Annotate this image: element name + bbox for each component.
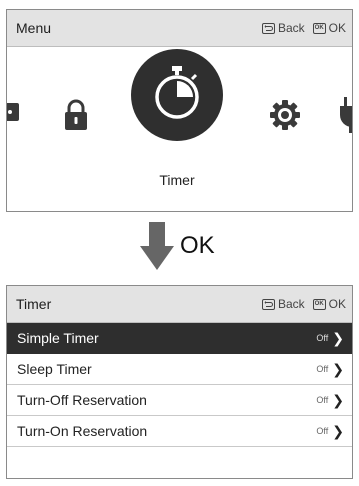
stopwatch-icon: [155, 66, 199, 119]
return-icon: [261, 298, 275, 310]
chevron-right-icon: ❯: [332, 392, 344, 408]
gear-icon[interactable]: [269, 99, 301, 136]
status-badge: Off: [316, 364, 329, 374]
transition-indicator: OK: [0, 218, 359, 278]
menu-screen: Menu Back OK OK Timer: [6, 9, 353, 212]
menu-header: Menu Back OK OK: [7, 10, 352, 47]
partial-item-icon[interactable]: [7, 101, 21, 128]
ok-button[interactable]: OK OK: [312, 21, 346, 35]
back-button[interactable]: Back: [261, 297, 305, 311]
chevron-right-icon: ❯: [332, 361, 344, 377]
timer-header: Timer Back OK OK: [7, 286, 352, 323]
timer-menu-item[interactable]: [131, 49, 223, 141]
back-label: Back: [277, 297, 305, 311]
chevron-right-icon: ❯: [332, 423, 344, 439]
chevron-right-icon: ❯: [332, 330, 344, 346]
simple-timer-item[interactable]: Simple Timer Off ❯: [7, 323, 352, 354]
back-button[interactable]: Back: [261, 21, 305, 35]
back-label: Back: [277, 21, 305, 35]
transition-label: OK: [180, 232, 215, 259]
ok-icon: OK: [312, 298, 326, 310]
ok-label: OK: [328, 297, 346, 311]
ok-icon: OK: [312, 22, 326, 34]
list-item-label: Turn-On Reservation: [17, 423, 148, 439]
lock-icon[interactable]: [63, 99, 89, 136]
plug-icon[interactable]: [338, 97, 352, 138]
ok-label: OK: [328, 21, 346, 35]
list-item-label: Simple Timer: [17, 330, 99, 346]
status-badge: Off: [316, 426, 329, 436]
down-arrow-icon: [140, 222, 174, 270]
timer-title: Timer: [16, 296, 52, 312]
menu-carousel: Timer: [7, 47, 352, 211]
return-icon: [261, 22, 275, 34]
status-badge: Off: [316, 333, 329, 343]
timer-screen: Timer Back OK OK Simple Timer Off ❯ Slee…: [6, 285, 353, 479]
status-badge: Off: [316, 395, 329, 405]
list-item-label: Sleep Timer: [17, 361, 92, 377]
timer-menu-label: Timer: [159, 172, 195, 188]
list-item-label: Turn-Off Reservation: [17, 392, 147, 408]
turn-on-reservation-item[interactable]: Turn-On Reservation Off ❯: [7, 416, 352, 447]
turn-off-reservation-item[interactable]: Turn-Off Reservation Off ❯: [7, 385, 352, 416]
sleep-timer-item[interactable]: Sleep Timer Off ❯: [7, 354, 352, 385]
ok-button[interactable]: OK OK: [312, 297, 346, 311]
menu-title: Menu: [16, 20, 52, 36]
